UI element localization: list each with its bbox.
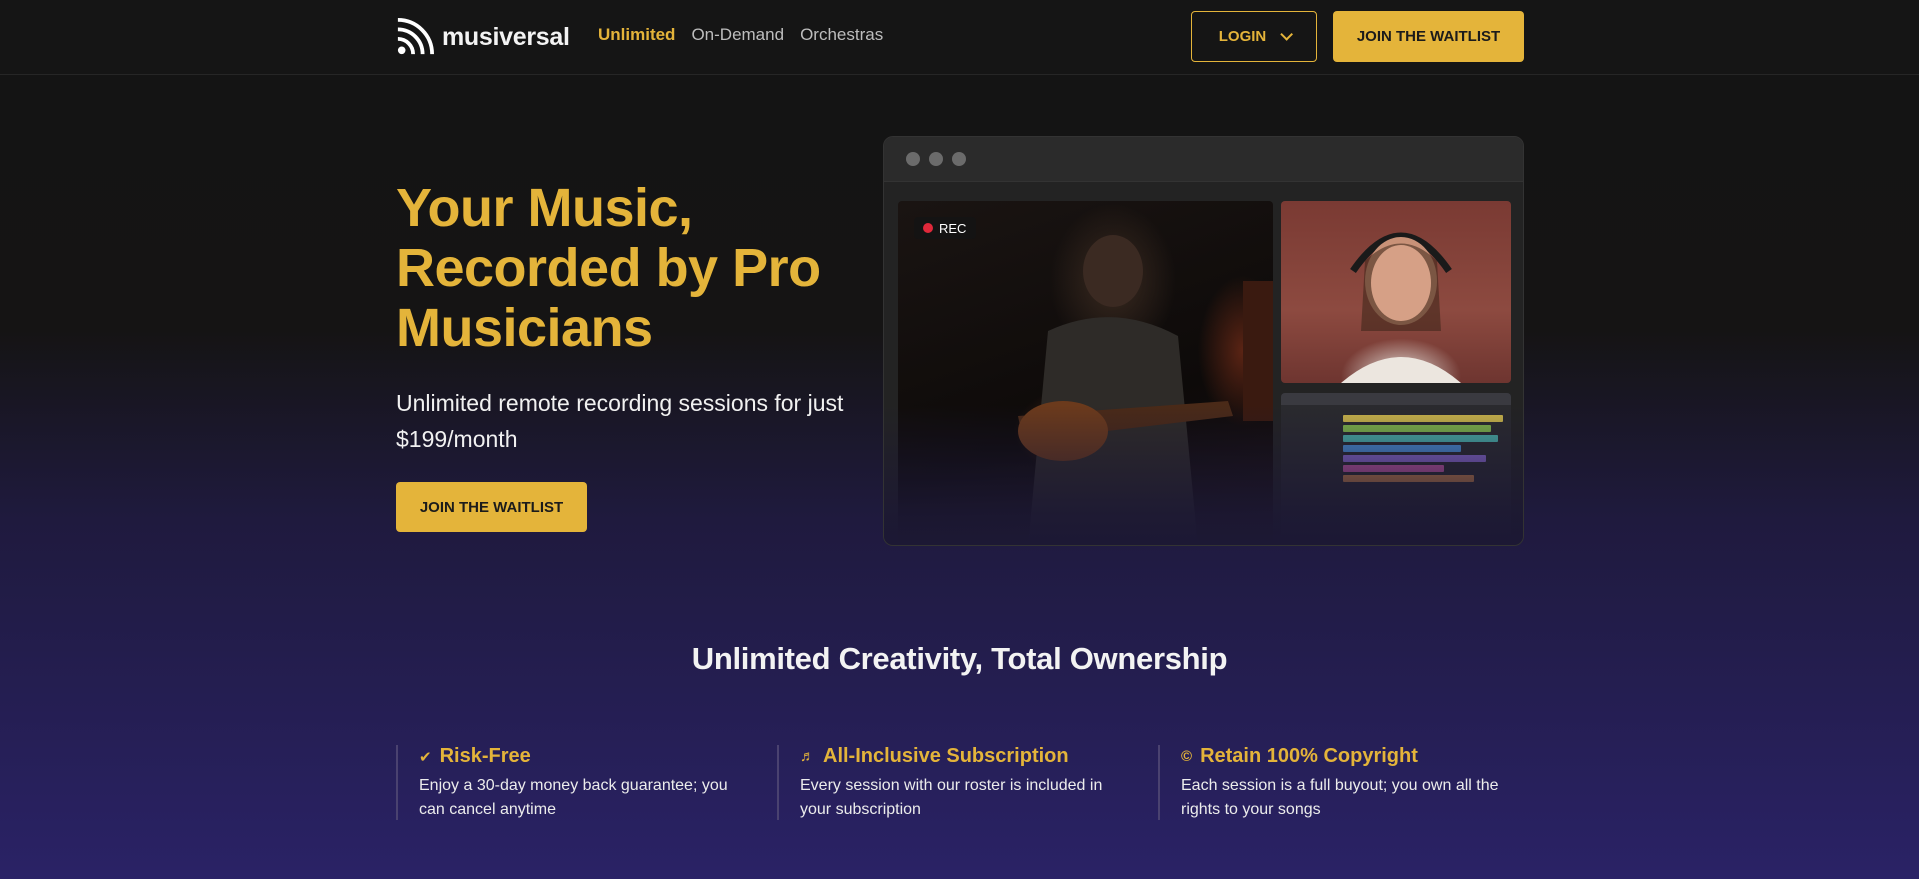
badge-check-icon: ✔ — [419, 748, 432, 766]
nav-links: Unlimited On-Demand Orchestras — [598, 25, 883, 45]
login-label: LOGIN — [1218, 28, 1267, 45]
daw-tracks — [1343, 415, 1511, 485]
top-navbar: musiversal Unlimited On-Demand Orchestra… — [0, 0, 1919, 75]
feature-title: All-Inclusive Subscription — [823, 745, 1069, 767]
guitarist-video: REC — [898, 201, 1273, 545]
login-dropdown-button[interactable]: LOGIN — [1191, 11, 1317, 62]
feature-heading: ♬ All-Inclusive Subscription — [800, 745, 1137, 768]
guitarist-silhouette — [1018, 235, 1273, 545]
feature-heading: © Retain 100% Copyright — [1181, 745, 1518, 768]
nav-link-on-demand[interactable]: On-Demand — [691, 25, 784, 45]
feature-text: Enjoy a 30-day money back guarantee; you… — [419, 777, 728, 818]
daw-screen — [1281, 393, 1511, 545]
chevron-down-icon — [1280, 28, 1294, 41]
feature-heading: ✔ Risk-Free — [419, 745, 756, 768]
section-title: Unlimited Creativity, Total Ownership — [691, 641, 1228, 676]
window-title-bar — [884, 137, 1523, 182]
feature-title: Risk-Free — [439, 745, 531, 767]
join-waitlist-hero-button[interactable]: JOIN THE WAITLIST — [396, 482, 587, 532]
logo[interactable]: musiversal — [396, 18, 570, 56]
feature-text: Each session is a full buyout; you own a… — [1181, 777, 1499, 818]
copyright-icon: © — [1181, 748, 1193, 765]
window-dot — [952, 152, 966, 166]
rec-badge: REC — [914, 217, 977, 239]
feature-title: Retain 100% Copyright — [1200, 745, 1418, 767]
hero-subtitle: Unlimited remote recording sessions for … — [396, 390, 844, 452]
nav-link-orchestras[interactable]: Orchestras — [800, 25, 883, 45]
window-dot — [906, 152, 920, 166]
person-silhouette — [1341, 232, 1461, 383]
app-mockup-window: REC — [883, 136, 1524, 546]
brand-name: musiversal — [442, 22, 570, 51]
feature-risk-free: ✔ Risk-Free Enjoy a 30-day money back gu… — [396, 745, 756, 820]
join-waitlist-nav-button[interactable]: JOIN THE WAITLIST — [1333, 11, 1524, 62]
logo-icon — [397, 18, 434, 55]
feature-all-inclusive: ♬ All-Inclusive Subscription Every sessi… — [777, 745, 1137, 820]
rec-label: REC — [939, 220, 967, 236]
feature-copyright: © Retain 100% Copyright Each session is … — [1158, 745, 1518, 820]
webcam-video — [1281, 201, 1511, 383]
hero-title: Your Music, Recorded by Pro Musicians — [396, 178, 821, 358]
daw-toolbar — [1281, 393, 1511, 405]
nav-link-unlimited[interactable]: Unlimited — [598, 25, 675, 45]
window-dot — [929, 152, 943, 166]
record-dot-icon — [923, 223, 933, 233]
music-note-icon: ♬ — [800, 748, 815, 765]
feature-text: Every session with our roster is include… — [800, 777, 1103, 818]
